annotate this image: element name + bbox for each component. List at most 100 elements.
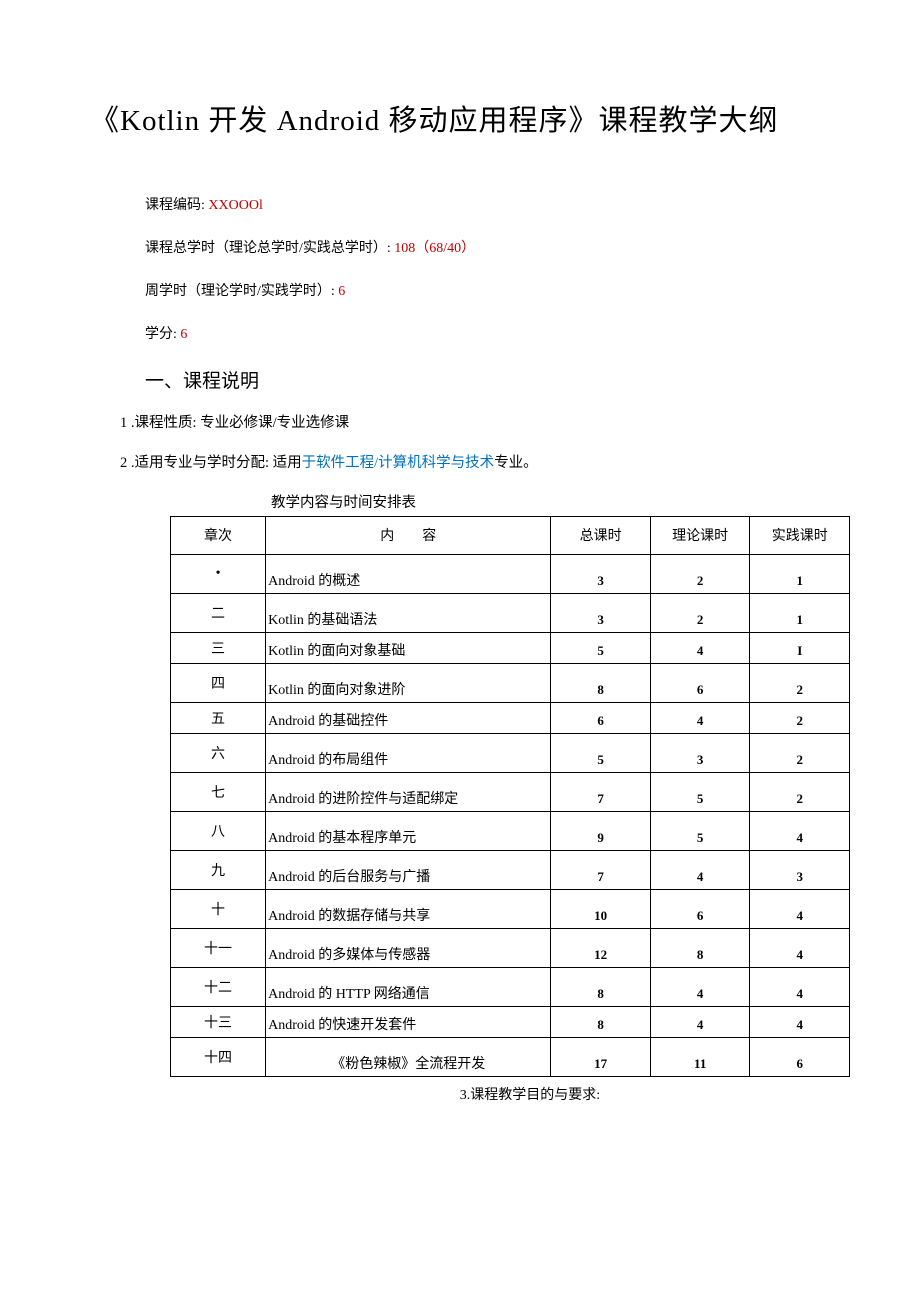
cell-chapter: 十三 [171, 1006, 266, 1037]
table-row: 十一Android 的多媒体与传感器1284 [171, 928, 850, 967]
cell-chapter: 十四 [171, 1037, 266, 1076]
cell-theory: 4 [650, 632, 750, 663]
applicable-major-line: 2 .适用专业与学时分配: 适用于软件工程/计算机科学与技术专业。 [90, 451, 830, 472]
cell-chapter: 三 [171, 632, 266, 663]
cell-practice: 4 [750, 1006, 850, 1037]
table-row: 五Android 的基础控件642 [171, 702, 850, 733]
table-row: 四Kotlin 的面向对象进阶862 [171, 663, 850, 702]
cell-chapter: • [171, 554, 266, 593]
cell-chapter: 十二 [171, 967, 266, 1006]
cell-practice: 6 [750, 1037, 850, 1076]
cell-practice: 1 [750, 593, 850, 632]
document-title: 《Kotlin 开发 Android 移动应用程序》课程教学大纲 [90, 100, 830, 144]
cell-content: Android 的后台服务与广播 [266, 850, 551, 889]
cell-practice: 2 [750, 663, 850, 702]
course-code-line: 课程编码: XXOOOl [145, 194, 830, 214]
cell-content: Android 的布局组件 [266, 733, 551, 772]
cell-theory: 4 [650, 850, 750, 889]
cell-total: 10 [551, 889, 651, 928]
cell-theory: 2 [650, 593, 750, 632]
table-row: •Android 的概述321 [171, 554, 850, 593]
header-theory: 理论课时 [650, 516, 750, 554]
header-practice: 实践课时 [750, 516, 850, 554]
credits-label: 学分: [145, 327, 177, 342]
course-code-label: 课程编码: [145, 198, 205, 213]
header-chapter: 章次 [171, 516, 266, 554]
cell-content: Android 的基本程序单元 [266, 811, 551, 850]
table-row: 九Android 的后台服务与广播743 [171, 850, 850, 889]
cell-theory: 3 [650, 733, 750, 772]
cell-content: Android 的进阶控件与适配绑定 [266, 772, 551, 811]
table-row: 三Kotlin 的面向对象基础54I [171, 632, 850, 663]
cell-content: Kotlin 的面向对象基础 [266, 632, 551, 663]
cell-chapter: 四 [171, 663, 266, 702]
cell-total: 6 [551, 702, 651, 733]
weekly-hours-label: 周学时（理论学时/实践学时）: [145, 284, 335, 299]
cell-total: 9 [551, 811, 651, 850]
course-code-value: XXOOOl [208, 198, 262, 213]
cell-chapter: 十一 [171, 928, 266, 967]
cell-chapter: 五 [171, 702, 266, 733]
cell-total: 3 [551, 554, 651, 593]
cell-content: Kotlin 的面向对象进阶 [266, 663, 551, 702]
cell-total: 17 [551, 1037, 651, 1076]
cell-chapter: 二 [171, 593, 266, 632]
cell-theory: 6 [650, 663, 750, 702]
cell-theory: 4 [650, 1006, 750, 1037]
cell-content: Android 的 HTTP 网络通信 [266, 967, 551, 1006]
cell-practice: 2 [750, 772, 850, 811]
cell-content: 《粉色辣椒》全流程开发 [266, 1037, 551, 1076]
cell-practice: 4 [750, 967, 850, 1006]
cell-theory: 4 [650, 702, 750, 733]
header-total: 总课时 [551, 516, 651, 554]
meta-block: 课程编码: XXOOOl 课程总学时（理论总学时/实践总学时）: 108（68/… [90, 194, 830, 343]
cell-chapter: 十 [171, 889, 266, 928]
table-row: 十二Android 的 HTTP 网络通信844 [171, 967, 850, 1006]
section-heading: 一、课程说明 [90, 366, 830, 393]
total-hours-label: 课程总学时（理论总学时/实践总学时）: [145, 241, 391, 256]
applicable-prefix: 2 .适用专业与学时分配: 适用 [120, 455, 302, 471]
cell-total: 7 [551, 772, 651, 811]
course-nature-line: 1 .课程性质: 专业必修课/专业选修课 [90, 411, 830, 432]
total-hours-value: 108（68/40） [394, 241, 475, 256]
cell-practice: 4 [750, 889, 850, 928]
credits-line: 学分: 6 [145, 323, 830, 343]
cell-practice: I [750, 632, 850, 663]
schedule-table: 章次 内容 总课时 理论课时 实践课时 •Android 的概述321二Kotl… [170, 516, 850, 1077]
cell-total: 5 [551, 632, 651, 663]
table-row: 十Android 的数据存储与共享1064 [171, 889, 850, 928]
table-body: •Android 的概述321二Kotlin 的基础语法321三Kotlin 的… [171, 554, 850, 1076]
cell-total: 8 [551, 1006, 651, 1037]
cell-chapter: 七 [171, 772, 266, 811]
header-content: 内容 [266, 516, 551, 554]
cell-theory: 6 [650, 889, 750, 928]
cell-content: Android 的多媒体与传感器 [266, 928, 551, 967]
cell-total: 8 [551, 663, 651, 702]
applicable-suffix: 专业。 [494, 455, 538, 471]
table-header-row: 章次 内容 总课时 理论课时 实践课时 [171, 516, 850, 554]
cell-content: Android 的基础控件 [266, 702, 551, 733]
cell-practice: 1 [750, 554, 850, 593]
table-row: 七Android 的进阶控件与适配绑定752 [171, 772, 850, 811]
applicable-majors: 于软件工程/计算机科学与技术 [302, 455, 495, 471]
table-row: 十三Android 的快速开发套件844 [171, 1006, 850, 1037]
cell-theory: 8 [650, 928, 750, 967]
table-row: 十四《粉色辣椒》全流程开发17116 [171, 1037, 850, 1076]
cell-practice: 3 [750, 850, 850, 889]
cell-content: Kotlin 的基础语法 [266, 593, 551, 632]
cell-practice: 2 [750, 733, 850, 772]
cell-practice: 4 [750, 928, 850, 967]
cell-chapter: 八 [171, 811, 266, 850]
cell-content: Android 的概述 [266, 554, 551, 593]
total-hours-line: 课程总学时（理论总学时/实践总学时）: 108（68/40） [145, 237, 830, 257]
cell-chapter: 九 [171, 850, 266, 889]
cell-theory: 2 [650, 554, 750, 593]
cell-total: 12 [551, 928, 651, 967]
cell-theory: 5 [650, 772, 750, 811]
cell-total: 5 [551, 733, 651, 772]
footer-line: 3.课程教学目的与要求: [90, 1084, 830, 1104]
cell-content: Android 的快速开发套件 [266, 1006, 551, 1037]
cell-practice: 2 [750, 702, 850, 733]
cell-theory: 11 [650, 1037, 750, 1076]
cell-content: Android 的数据存储与共享 [266, 889, 551, 928]
